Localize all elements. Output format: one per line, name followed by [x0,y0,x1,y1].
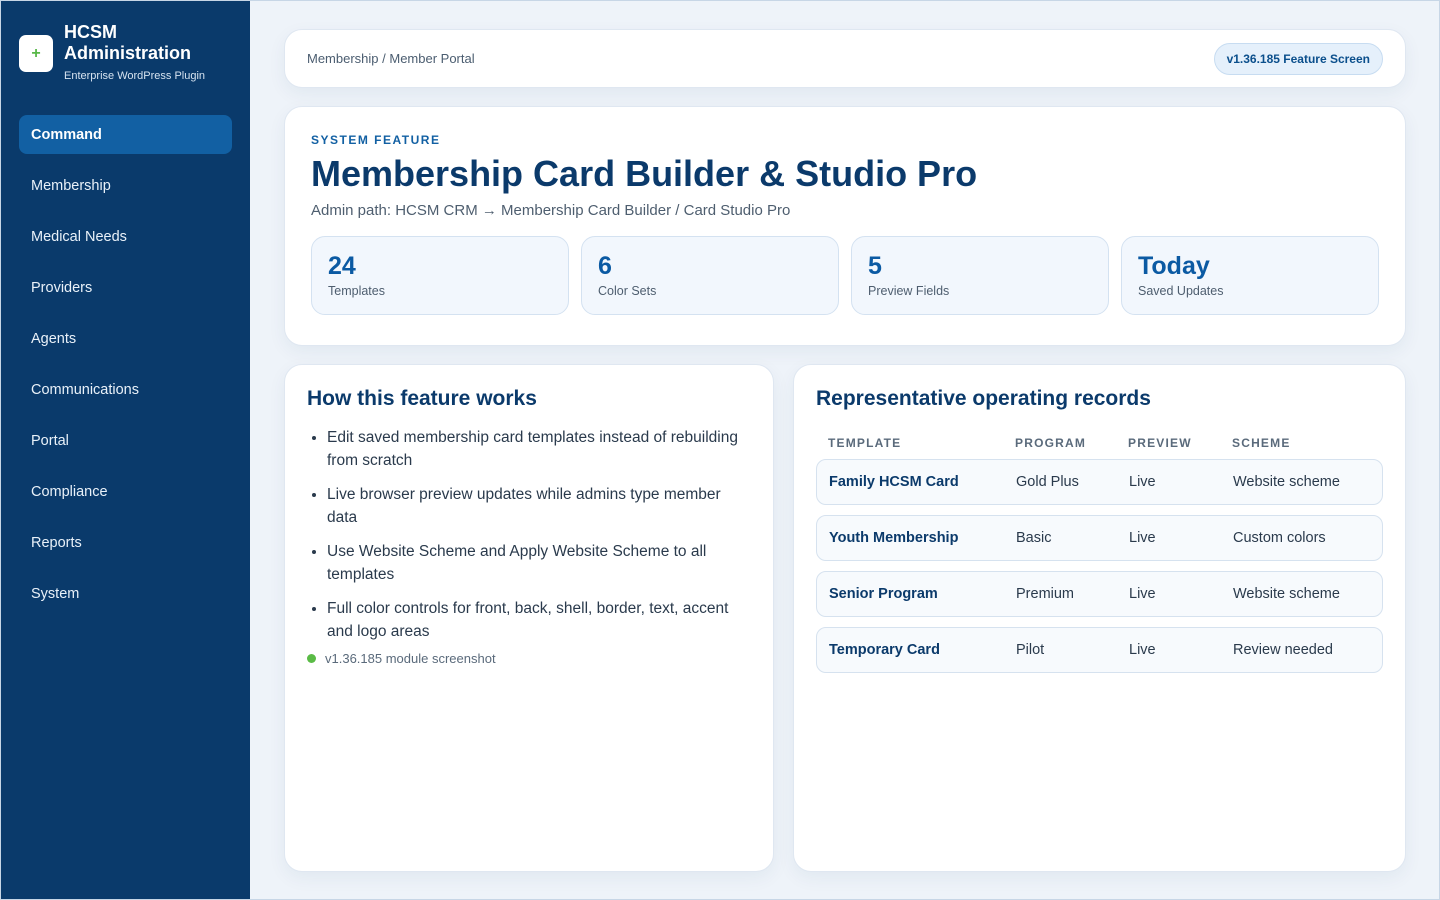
brand-subtitle: Enterprise WordPress Plugin [64,70,206,82]
brand-title: HCSM Administration [64,22,192,63]
sidebar-item-agents[interactable]: Agents [19,319,232,358]
how-it-works-title: How this feature works [307,387,537,410]
list-item: Full color controls for front, back, she… [327,598,751,643]
cell-program: Gold Plus [1016,474,1079,490]
main-content: Membership / Member Portal v1.36.185 Fea… [250,1,1439,899]
list-item: Edit saved membership card templates ins… [327,427,751,472]
sidebar-item-providers[interactable]: Providers [19,268,232,307]
sidebar-item-reports[interactable]: Reports [19,523,232,562]
cell-template: Temporary Card [829,642,940,658]
module-status: v1.36.185 module screenshot [307,651,751,666]
page-title: Membership Card Builder & Studio Pro [311,153,978,194]
sidebar: + HCSM Administration Enterprise WordPre… [1,1,250,899]
list-item: Use Website Scheme and Apply Website Sch… [327,541,751,586]
stat-label: Preview Fields [868,284,950,298]
list-item: Live browser preview updates while admin… [327,484,751,529]
records-panel: Representative operating records TEMPLAT… [793,364,1406,872]
stat-value: Today [1138,252,1210,280]
table-row[interactable]: Family HCSM Card Gold Plus Live Website … [816,459,1383,505]
admin-path: Admin path: HCSM CRM → Membership Card B… [311,202,791,219]
cell-program: Premium [1016,586,1075,602]
cell-scheme: Review needed [1233,642,1333,658]
version-badge: v1.36.185 Feature Screen [1213,42,1383,75]
cell-template: Family HCSM Card [829,474,959,490]
stat-value: 5 [868,252,882,280]
cell-scheme: Custom colors [1233,530,1326,546]
cell-template: Youth Membership [829,530,959,546]
cell-preview: Live [1129,642,1156,658]
top-bar: Membership / Member Portal v1.36.185 Fea… [284,29,1406,88]
status-dot-icon [307,654,316,663]
table-row[interactable]: Temporary Card Pilot Live Review needed [816,627,1383,673]
cell-template: Senior Program [829,586,938,602]
breadcrumb[interactable]: Membership / Member Portal [307,51,475,66]
table-header: TEMPLATE PROGRAM PREVIEW SCHEME [816,436,1383,450]
stat-preview-fields: 5 Preview Fields [851,236,1109,315]
stat-value: 24 [328,252,356,280]
stat-value: 6 [598,252,612,280]
sidebar-nav: Command Membership Medical Needs Provide… [19,115,232,613]
sidebar-item-medical-needs[interactable]: Medical Needs [19,217,232,256]
sidebar-item-compliance[interactable]: Compliance [19,472,232,511]
column-header-template: TEMPLATE [828,436,902,450]
stat-saved-updates: Today Saved Updates [1121,236,1379,315]
stat-color-sets: 6 Color Sets [581,236,839,315]
cell-preview: Live [1129,474,1156,490]
cell-scheme: Website scheme [1233,474,1340,490]
stat-label: Saved Updates [1138,284,1224,298]
stat-templates: 24 Templates [311,236,569,315]
sidebar-item-command[interactable]: Command [19,115,232,154]
feature-bullets: Edit saved membership card templates ins… [307,427,751,643]
column-header-preview: PREVIEW [1128,436,1192,450]
column-header-program: PROGRAM [1015,436,1087,450]
cell-program: Pilot [1016,642,1045,658]
feature-hero: SYSTEM FEATURE Membership Card Builder &… [284,106,1406,346]
feature-eyebrow: SYSTEM FEATURE [311,133,441,147]
column-header-scheme: SCHEME [1232,436,1291,450]
cell-preview: Live [1129,586,1156,602]
module-status-text: v1.36.185 module screenshot [325,651,496,666]
records-table-body: Family HCSM Card Gold Plus Live Website … [816,459,1383,673]
cell-scheme: Website scheme [1233,586,1340,602]
cell-program: Basic [1016,530,1052,546]
plus-logo-icon: + [19,35,53,72]
brand: + HCSM Administration Enterprise WordPre… [19,22,232,82]
sidebar-item-communications[interactable]: Communications [19,370,232,409]
stat-label: Color Sets [598,284,657,298]
how-it-works-panel: How this feature works Edit saved member… [284,364,774,872]
sidebar-item-system[interactable]: System [19,574,232,613]
sidebar-item-membership[interactable]: Membership [19,166,232,205]
table-row[interactable]: Youth Membership Basic Live Custom color… [816,515,1383,561]
cell-preview: Live [1129,530,1156,546]
records-title: Representative operating records [816,387,1151,410]
stats-row: 24 Templates 6 Color Sets 5 Preview Fiel… [311,236,1379,315]
stat-label: Templates [328,284,385,298]
table-row[interactable]: Senior Program Premium Live Website sche… [816,571,1383,617]
app-window: + HCSM Administration Enterprise WordPre… [0,0,1440,900]
sidebar-item-portal[interactable]: Portal [19,421,232,460]
